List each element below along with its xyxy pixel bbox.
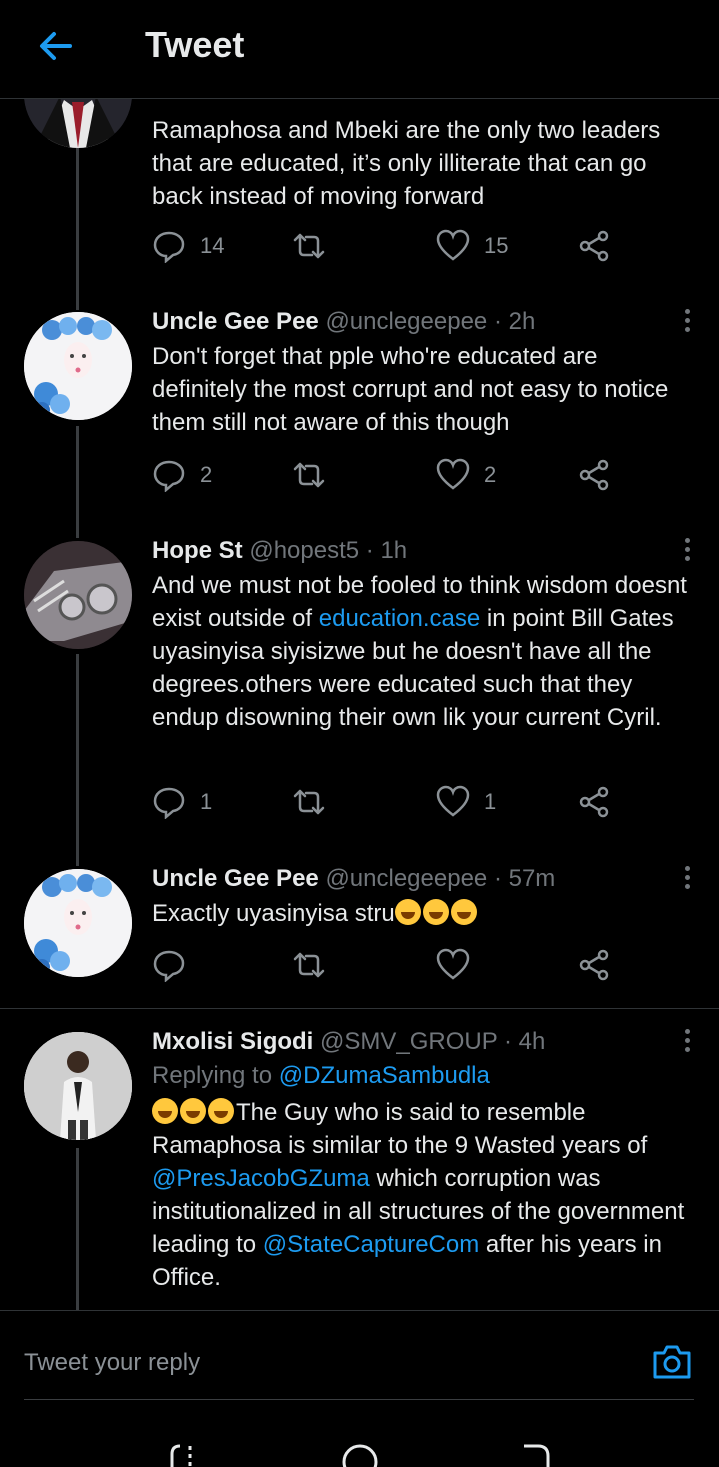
rolling-laughing-emoji: [208, 1098, 234, 1124]
rolling-laughing-emoji: [152, 1098, 178, 1124]
avatar[interactable]: [24, 1032, 132, 1140]
like-button[interactable]: 2: [436, 458, 496, 492]
more-options-icon[interactable]: [677, 306, 697, 338]
mention-link[interactable]: @StateCaptureCom: [263, 1231, 479, 1258]
back-nav-icon[interactable]: [518, 1442, 554, 1467]
author-handle[interactable]: @SMV_GROUP: [320, 1028, 497, 1055]
thread-line: [76, 654, 79, 866]
reply-icon: [153, 950, 185, 982]
thread-divider: [0, 1008, 719, 1009]
share-icon: [579, 230, 609, 262]
tweet-text: The Guy who is said to resemble Ramaphos…: [152, 1098, 685, 1291]
like-count: 2: [484, 462, 497, 487]
tweet-time: · 2h: [493, 308, 536, 335]
camera-icon[interactable]: [651, 1341, 693, 1383]
tweet-time: · 1h: [365, 537, 408, 564]
author-name[interactable]: Uncle Gee Pee: [152, 308, 319, 335]
home-icon[interactable]: [340, 1442, 380, 1467]
like-count: 1: [484, 789, 497, 814]
retweet-button[interactable]: [292, 948, 340, 982]
share-icon: [579, 949, 609, 981]
rolling-laughing-emoji: [422, 899, 449, 925]
share-button[interactable]: [578, 229, 626, 263]
page-title: Tweet: [145, 24, 245, 65]
share-button[interactable]: [578, 458, 626, 492]
tweet-link[interactable]: education.case: [319, 605, 480, 632]
tweet[interactable]: Mxolisi Sigodi @SMV_GROUP · 4h Replying …: [152, 1028, 697, 1294]
reply-icon: [153, 787, 185, 819]
tweet-text: Ramaphosa and Mbeki are the only two lea…: [152, 117, 661, 210]
recent-apps-icon[interactable]: [166, 1442, 202, 1467]
like-button[interactable]: [436, 948, 484, 982]
retweet-icon: [293, 462, 325, 488]
author-handle[interactable]: @unclegeepee: [325, 865, 487, 892]
retweet-icon: [293, 789, 325, 815]
author-handle[interactable]: @hopest5: [249, 537, 359, 564]
tweet-time: · 57m: [493, 865, 556, 892]
reply-icon: [153, 460, 185, 492]
heart-icon: [436, 785, 470, 817]
tweet-actions: [152, 948, 632, 988]
reply-count: 1: [200, 789, 213, 814]
retweet-icon: [293, 233, 325, 259]
author-name[interactable]: Mxolisi Sigodi: [152, 1028, 313, 1055]
heart-icon: [436, 948, 470, 980]
thread-line: [76, 1148, 79, 1310]
retweet-button[interactable]: [292, 785, 340, 819]
tweet-time: · 4h: [503, 1028, 546, 1055]
reply-composer: Tweet your reply: [0, 1310, 719, 1411]
avatar[interactable]: [24, 541, 132, 649]
heart-icon: [436, 458, 470, 490]
tweet-actions: 14 15: [152, 229, 632, 269]
share-icon: [579, 459, 609, 491]
app-header: Tweet: [0, 0, 719, 99]
more-options-icon[interactable]: [677, 535, 697, 567]
tweet-text: Don't forget that pple who're educated a…: [152, 343, 669, 436]
rolling-laughing-emoji: [394, 899, 421, 925]
author-name[interactable]: Uncle Gee Pee: [152, 865, 319, 892]
tweet[interactable]: Uncle Gee Pee @unclegeepee · 2h Don't fo…: [152, 308, 697, 439]
input-underline: [24, 1399, 694, 1400]
share-icon: [579, 786, 609, 818]
share-button[interactable]: [578, 948, 626, 982]
thread-line: [76, 140, 79, 310]
thread-line: [76, 426, 79, 538]
reply-icon: [153, 231, 185, 263]
avatar[interactable]: [24, 312, 132, 420]
author-name[interactable]: Hope St: [152, 537, 243, 564]
reply-button[interactable]: 14: [152, 229, 224, 263]
avatar[interactable]: [24, 869, 132, 977]
reply-count: 14: [200, 233, 225, 258]
back-arrow-icon[interactable]: [36, 26, 76, 66]
rolling-laughing-emoji: [180, 1098, 206, 1124]
reply-count: 2: [200, 462, 213, 487]
reply-button[interactable]: [152, 948, 200, 982]
reply-button[interactable]: 2: [152, 458, 212, 492]
retweet-icon: [293, 952, 325, 978]
replying-to: Replying to @DZumaSambudla: [152, 1062, 490, 1089]
reply-input[interactable]: Tweet your reply: [24, 1349, 200, 1377]
mention-link[interactable]: @PresJacobGZuma: [152, 1165, 370, 1192]
more-options-icon[interactable]: [677, 1026, 697, 1058]
author-handle[interactable]: @unclegeepee: [325, 308, 487, 335]
more-options-icon[interactable]: [677, 863, 697, 895]
system-nav-bar: [0, 1410, 719, 1467]
share-button[interactable]: [578, 785, 626, 819]
like-button[interactable]: 1: [436, 785, 496, 819]
retweet-button[interactable]: [292, 229, 340, 263]
tweet-text: Exactly uyasinyisa stru: [152, 897, 697, 930]
tweet[interactable]: Uncle Gee Pee @unclegeepee · 57m Exactly…: [152, 865, 697, 930]
like-button[interactable]: 15: [436, 229, 508, 263]
heart-icon: [436, 229, 470, 261]
replying-to-link[interactable]: @DZumaSambudla: [279, 1062, 490, 1089]
tweet-actions: 2 2: [152, 458, 632, 498]
tweet-text: And we must not be fooled to think wisdo…: [152, 572, 687, 731]
retweet-button[interactable]: [292, 458, 340, 492]
tweet[interactable]: Hope St @hopest5 · 1h And we must not be…: [152, 537, 697, 734]
like-count: 15: [484, 233, 509, 258]
reply-button[interactable]: 1: [152, 785, 212, 819]
rolling-laughing-emoji: [450, 899, 477, 925]
tweet-actions: 1 1: [152, 785, 632, 825]
